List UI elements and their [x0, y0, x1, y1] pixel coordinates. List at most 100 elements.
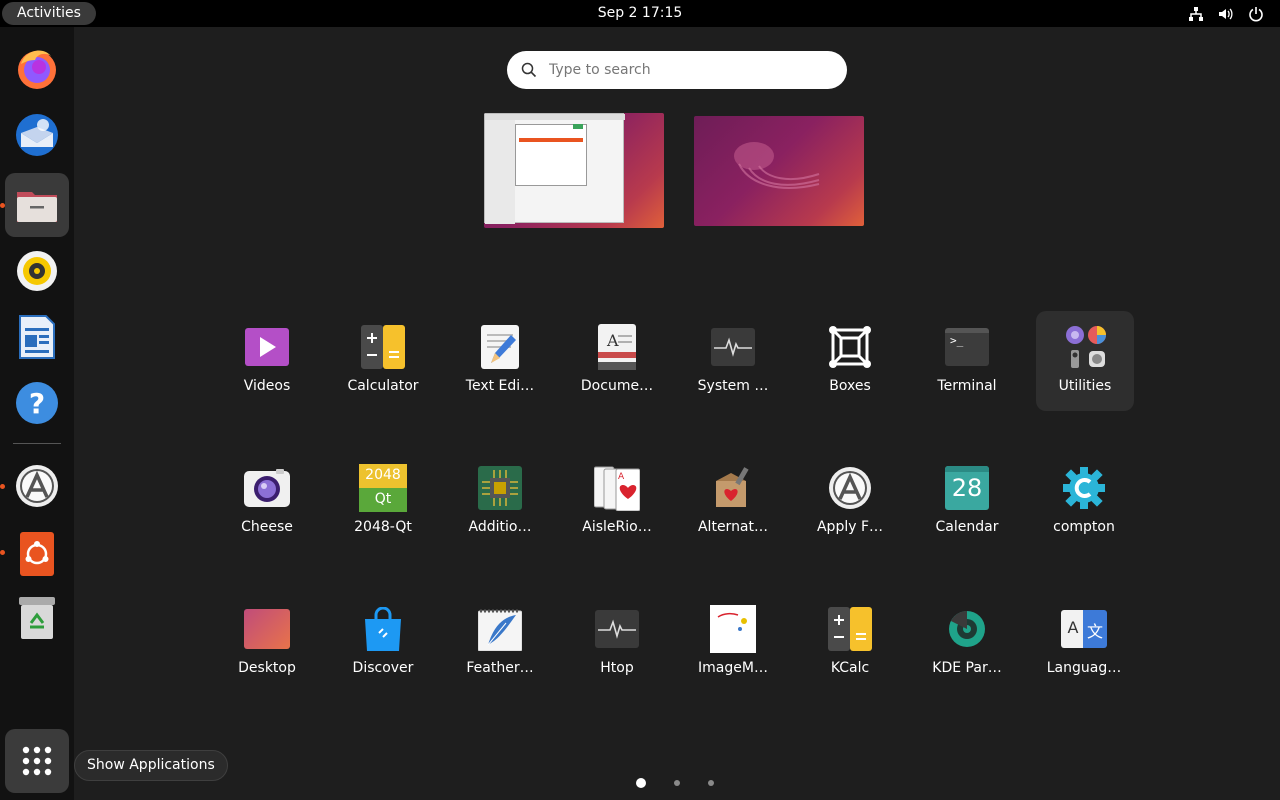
app-kcalc[interactable]: KCalc	[792, 593, 908, 693]
app-label: Apply F…	[816, 519, 884, 535]
app-label: Discover	[352, 660, 414, 676]
app-discover[interactable]: Discover	[325, 593, 441, 693]
app-label: Calculator	[347, 378, 419, 394]
help-launcher[interactable]: ?	[5, 371, 69, 435]
app-kde-partition-manager[interactable]: KDE Par…	[909, 593, 1025, 693]
app-language-support[interactable]: A 文 Languag…	[1026, 593, 1142, 693]
app-desktop[interactable]: Desktop	[209, 593, 325, 693]
ubuntu-software-running-indicator	[0, 550, 5, 555]
app-cheese[interactable]: Cheese	[209, 452, 325, 552]
app-alternatives[interactable]: Alternat…	[675, 452, 791, 552]
language-glyph-a: A	[1067, 618, 1079, 637]
app-label: Boxes	[829, 378, 871, 394]
top-bar: Activities Sep 2 17:15	[0, 0, 1280, 27]
files-launcher[interactable]	[5, 173, 69, 237]
writer-icon	[19, 315, 55, 359]
calculator-icon	[359, 323, 407, 371]
svg-text:A: A	[606, 331, 619, 350]
app-document-viewer[interactable]: A Docume…	[559, 311, 675, 411]
app-additional-drivers[interactable]: Additio…	[442, 452, 558, 552]
chip-icon	[476, 464, 524, 512]
system-tray[interactable]	[1188, 0, 1264, 27]
search-bar[interactable]	[507, 51, 847, 89]
app-label: Alternat…	[697, 519, 769, 535]
app-system-monitor[interactable]: System …	[675, 311, 791, 411]
dock-separator	[13, 443, 61, 444]
app-label: Text Edi…	[465, 378, 535, 394]
page-dot-3[interactable]	[708, 780, 714, 786]
software-updater-launcher[interactable]	[5, 454, 69, 518]
dock: ?	[0, 27, 74, 800]
compton-gear-icon	[1060, 464, 1108, 512]
software-updater-icon	[16, 465, 58, 507]
app-calculator[interactable]: Calculator	[325, 311, 441, 411]
firefox-launcher[interactable]	[5, 36, 69, 100]
app-aisleriot[interactable]: A AisleRio…	[559, 452, 675, 552]
language-icon: A 文	[1060, 605, 1108, 653]
app-label: KCalc	[830, 660, 870, 676]
workspace-thumbnail-2[interactable]	[694, 116, 864, 226]
search-icon	[521, 62, 537, 78]
window-thumbnail-files[interactable]	[484, 113, 625, 224]
alternatives-icon	[709, 464, 757, 512]
app-imagemagick[interactable]: ImageM…	[675, 593, 791, 693]
trash-launcher[interactable]	[5, 586, 69, 650]
qt-2048-icon: 2048 Qt	[359, 464, 407, 512]
partition-manager-icon	[943, 605, 991, 653]
rhythmbox-icon	[17, 251, 57, 291]
search-input[interactable]	[549, 62, 829, 78]
app-folder-utilities[interactable]: Utilities	[1036, 311, 1134, 411]
terminal-prompt: >_	[950, 334, 964, 347]
app-label: Feather…	[466, 660, 534, 676]
app-label: Languag…	[1046, 660, 1122, 676]
page-dot-1[interactable]	[636, 778, 646, 788]
page-dot-2[interactable]	[674, 780, 680, 786]
jellyfish-wallpaper-icon	[734, 142, 820, 189]
show-applications-button[interactable]	[5, 729, 69, 793]
app-label: KDE Par…	[932, 660, 1002, 676]
document-viewer-icon: A	[593, 323, 641, 371]
app-feather[interactable]: Feather…	[442, 593, 558, 693]
htop-icon	[593, 605, 641, 653]
network-icon[interactable]	[1188, 6, 1204, 22]
terminal-icon: >_	[943, 323, 991, 371]
app-label: System …	[697, 378, 769, 394]
folder-icon	[17, 192, 57, 222]
volume-icon[interactable]	[1218, 6, 1234, 22]
app-htop[interactable]: Htop	[559, 593, 675, 693]
app-terminal[interactable]: >_ Terminal	[909, 311, 1025, 411]
cheese-icon	[243, 464, 291, 512]
ubuntu-software-icon	[20, 532, 54, 576]
thunderbird-launcher[interactable]	[5, 103, 69, 167]
app-label: AisleRio…	[582, 519, 652, 535]
show-applications-tooltip: Show Applications	[74, 750, 228, 781]
language-glyph-b: 文	[1086, 622, 1103, 641]
files-running-indicator	[0, 203, 5, 208]
workspace-thumbnail-1[interactable]	[484, 113, 664, 228]
app-label: Htop	[600, 660, 634, 676]
svg-text:A: A	[618, 472, 625, 482]
clock[interactable]: Sep 2 17:15	[0, 0, 1280, 27]
app-videos[interactable]: Videos	[209, 311, 325, 411]
app-label: Terminal	[937, 378, 997, 394]
app-label: Utilities	[1058, 378, 1112, 394]
app-2048-qt[interactable]: 2048 Qt 2048-Qt	[325, 452, 441, 552]
app-label: Calendar	[935, 519, 999, 535]
app-compton[interactable]: compton	[1026, 452, 1142, 552]
ubuntu-software-launcher[interactable]	[5, 520, 69, 584]
app-label: ImageM…	[698, 660, 768, 676]
app-apply-fixes[interactable]: Apply F…	[792, 452, 908, 552]
app-boxes[interactable]: Boxes	[792, 311, 908, 411]
rhythmbox-launcher[interactable]	[5, 239, 69, 303]
power-icon[interactable]	[1248, 6, 1264, 22]
app-text-editor[interactable]: Text Edi…	[442, 311, 558, 411]
thunderbird-icon	[16, 114, 58, 156]
feather-icon	[476, 605, 524, 653]
imagemagick-icon	[709, 605, 757, 653]
app-calendar[interactable]: 28 Calendar	[909, 452, 1025, 552]
app-grid-icon	[22, 746, 52, 776]
app-label: Desktop	[238, 660, 296, 676]
libreoffice-writer-launcher[interactable]	[5, 305, 69, 369]
trash-icon	[19, 597, 55, 639]
svg-text:?: ?	[29, 387, 45, 420]
